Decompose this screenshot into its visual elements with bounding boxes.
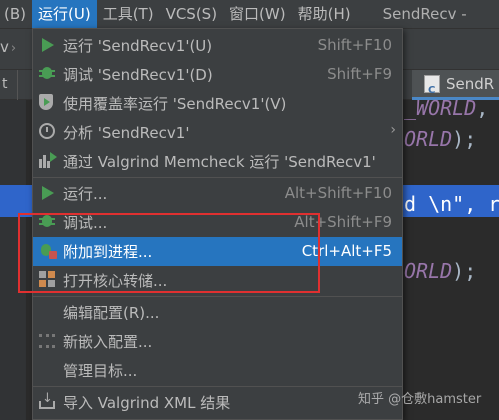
menu-separator	[33, 177, 402, 178]
debug-icon	[39, 65, 57, 83]
menu-window[interactable]: 窗口(W)	[223, 0, 292, 28]
embedded-config-icon	[39, 332, 57, 350]
menu-tools[interactable]: 工具(T)	[97, 0, 160, 28]
valgrind-icon	[39, 152, 57, 170]
import-icon: ↓	[39, 392, 57, 411]
submenu-arrow-icon: ›	[390, 122, 396, 138]
code-line: _WORLD,	[404, 96, 489, 120]
menu-item-new-embedded-config[interactable]: 新嵌入配置...	[33, 327, 402, 356]
menu-item-manage-targets[interactable]: 管理目标...	[33, 356, 402, 385]
editor-tab-label: SendR	[446, 75, 495, 93]
code-line: d \n", ra	[404, 192, 499, 216]
menu-help[interactable]: 帮助(H)	[292, 0, 357, 28]
menu-bar: (B) 运行(U) 工具(T) VCS(S) 窗口(W) 帮助(H) SendR…	[0, 0, 499, 28]
run-icon	[39, 36, 57, 54]
menu-item-run-sendrecv1[interactable]: 运行 'SendRecv1'(U) Shift+F10	[33, 31, 402, 60]
run-icon	[39, 184, 57, 202]
window-title: SendRecv -	[382, 5, 467, 23]
profile-icon	[39, 123, 57, 141]
menu-item-valgrind-memcheck[interactable]: 通过 Valgrind Memcheck 运行 'SendRecv1'	[33, 147, 402, 176]
code-line: ORLD);	[404, 259, 477, 283]
c-file-icon: C	[424, 75, 440, 96]
menu-vcs[interactable]: VCS(S)	[160, 0, 223, 28]
breadcrumb[interactable]: v ›	[0, 38, 16, 56]
coverage-icon	[39, 94, 57, 112]
chevron-right-icon: ›	[10, 41, 17, 56]
menu-item-run-with-coverage[interactable]: 使用覆盖率运行 'SendRecv1'(V)	[33, 89, 402, 118]
menu-build[interactable]: (B)	[0, 0, 32, 28]
watermark: 知乎 @仓敷hamster	[358, 392, 482, 407]
menu-item-edit-configurations[interactable]: 编辑配置(R)...	[33, 298, 402, 327]
menu-run[interactable]: 运行(U)	[32, 0, 97, 28]
breadcrumb-label: v	[0, 38, 9, 56]
annotation-highlight-box	[18, 213, 320, 293]
menu-separator	[33, 296, 402, 297]
editor-tab-left[interactable]: t	[0, 70, 18, 100]
menu-item-import-valgrind-xml[interactable]: ↓ 导入 Valgrind XML 结果	[33, 388, 402, 417]
menu-item-debug-sendrecv1[interactable]: 调试 'SendRecv1'(D) Shift+F9	[33, 60, 402, 89]
code-line: ORLD);	[404, 127, 477, 151]
menu-separator	[33, 386, 402, 387]
menu-item-run-ellipsis[interactable]: 运行... Alt+Shift+F10	[33, 179, 402, 208]
menu-item-profile[interactable]: 分析 'SendRecv1' ›	[33, 118, 402, 147]
